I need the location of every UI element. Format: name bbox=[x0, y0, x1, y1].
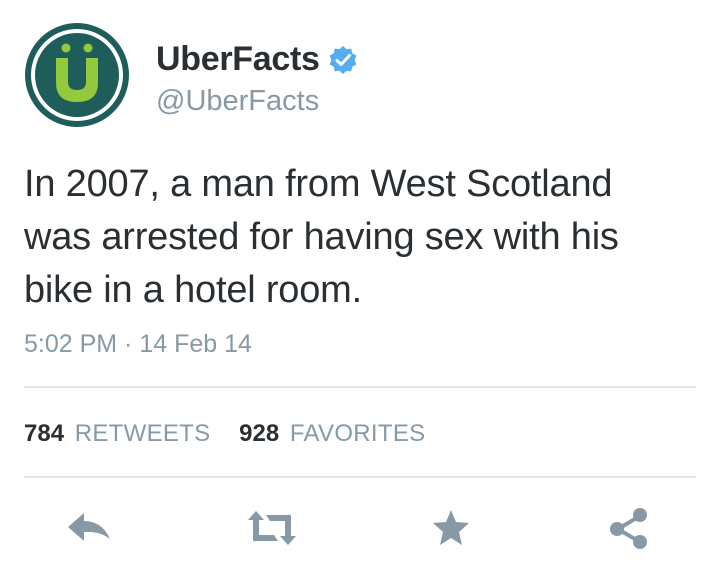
divider bbox=[24, 386, 696, 388]
user-handle[interactable]: @UberFacts bbox=[156, 85, 319, 118]
retweet-button[interactable] bbox=[246, 505, 296, 551]
reply-button[interactable] bbox=[66, 505, 114, 551]
action-bar bbox=[0, 505, 720, 551]
favorites-count: 928 bbox=[239, 420, 280, 447]
display-name[interactable]: UberFacts bbox=[156, 40, 320, 79]
star-icon bbox=[433, 510, 469, 545]
favorite-button[interactable] bbox=[427, 505, 475, 551]
share-button[interactable] bbox=[606, 505, 654, 551]
favorites-label: FAVORITES bbox=[289, 420, 426, 447]
avatar[interactable] bbox=[24, 22, 130, 128]
divider bbox=[24, 476, 696, 478]
tweet-card: UberFacts @UberFacts In 2007, a man from… bbox=[0, 0, 720, 571]
retweets-label: RETWEETS bbox=[74, 420, 211, 447]
retweet-icon bbox=[248, 511, 296, 545]
retweets-count: 784 bbox=[24, 420, 65, 447]
share-icon bbox=[610, 508, 647, 549]
tweet-stats: 784 RETWEETS 928 FAVORITES bbox=[24, 420, 447, 448]
favorites-stat[interactable]: 928 FAVORITES bbox=[239, 420, 425, 448]
tweet-text: In 2007, a man from West Scotland was ar… bbox=[24, 163, 619, 311]
reply-icon bbox=[68, 513, 110, 541]
uberfacts-logo-icon bbox=[25, 23, 129, 127]
name-row: UberFacts bbox=[156, 40, 358, 79]
retweets-stat[interactable]: 784 RETWEETS bbox=[24, 420, 210, 448]
tweet-timestamp[interactable]: 5:02 PM · 14 Feb 14 bbox=[24, 330, 252, 359]
verified-badge-icon bbox=[328, 45, 358, 75]
